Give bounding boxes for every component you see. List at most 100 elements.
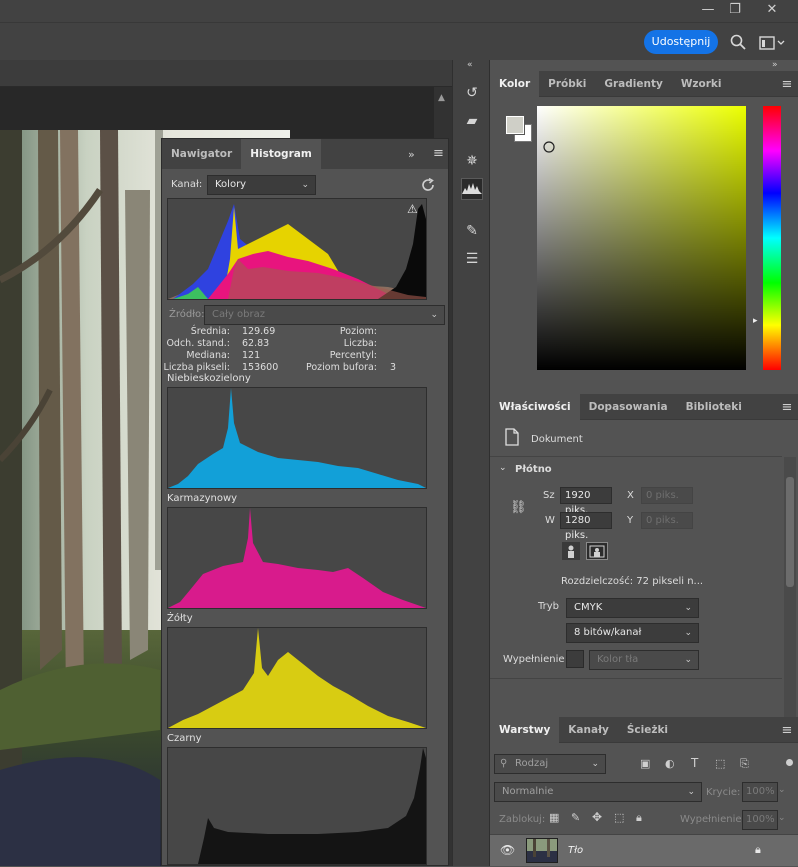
y-input[interactable]: 0 piks. xyxy=(641,512,693,529)
channel-magenta-label: Karmazynowy xyxy=(167,493,238,504)
filter-type-icon[interactable]: T xyxy=(691,756,698,770)
cyan-histogram xyxy=(167,387,427,489)
color-panel-menu-icon[interactable]: ≡ xyxy=(780,78,794,92)
hue-slider-marker[interactable]: ▸ xyxy=(753,316,758,326)
right-panels: » Kolor Próbki Gradienty Wzorki ≡ ▸ Właś… xyxy=(490,60,798,866)
warning-icon[interactable]: ⚠ xyxy=(407,202,418,216)
color-field[interactable] xyxy=(537,106,746,370)
collapse-icon[interactable]: « xyxy=(467,60,473,70)
tab-libraries[interactable]: Biblioteki xyxy=(677,394,751,420)
tab-color[interactable]: Kolor xyxy=(490,71,540,97)
section-chevron-icon[interactable]: ⌄ xyxy=(499,463,507,473)
brush-icon[interactable]: ✎ xyxy=(461,220,483,242)
filter-shape-icon[interactable]: ⬚ xyxy=(715,757,725,770)
foreground-swatch[interactable] xyxy=(505,115,525,135)
layer-fill-input[interactable]: 100% xyxy=(742,810,778,830)
lock-pixels-icon[interactable]: ✎ xyxy=(571,811,580,824)
landscape-icon[interactable] xyxy=(586,542,608,560)
close-button[interactable]: ✕ xyxy=(754,0,790,20)
visibility-eye-icon[interactable]: 👁︎ xyxy=(500,843,515,857)
opacity-value: 100% xyxy=(746,786,775,797)
tab-properties[interactable]: Właściwości xyxy=(490,394,580,420)
chevron-down-icon[interactable]: ⌄ xyxy=(778,813,786,823)
bit-depth-select[interactable]: 8 bitów/kanał ⌄ xyxy=(566,623,699,643)
source-select[interactable]: Cały obraz ⌄ xyxy=(204,305,445,325)
layer-filter-select[interactable]: ⚲ Rodzaj ⌄ xyxy=(494,754,606,774)
blend-mode-select[interactable]: Normalnie ⌄ xyxy=(494,782,702,802)
stat-count-label: Liczba: xyxy=(343,338,377,349)
tab-patterns[interactable]: Wzorki xyxy=(672,71,731,97)
layer-name: Tło xyxy=(568,845,584,856)
divider xyxy=(490,678,782,679)
lock-all-icon[interactable]: 🔒︎ xyxy=(636,811,642,825)
adjustments-icon[interactable]: ☰ xyxy=(461,248,483,270)
portrait-icon[interactable] xyxy=(562,542,580,560)
fill-swatch[interactable] xyxy=(566,650,584,668)
properties-scrollbar[interactable] xyxy=(784,457,796,737)
lock-label: Zablokuj: xyxy=(499,814,546,825)
layer-fill-value: 100% xyxy=(746,814,775,825)
chevron-down-icon: ⌄ xyxy=(687,787,695,797)
properties-scroll-thumb[interactable] xyxy=(786,477,794,587)
height-input[interactable]: 1280 piks. xyxy=(560,512,612,541)
layer-filter-value: Rodzaj xyxy=(515,758,549,769)
share-button[interactable]: Udostępnij xyxy=(644,30,718,54)
document-tab-bar xyxy=(0,60,452,87)
link-icon[interactable]: ⛓ xyxy=(510,500,527,515)
restore-button[interactable]: ❐ xyxy=(717,0,753,20)
search-icon[interactable] xyxy=(729,33,747,51)
lock-position-icon[interactable]: ✥ xyxy=(592,810,602,824)
lock-artboard-icon[interactable]: ⬚ xyxy=(614,811,624,824)
chevron-down-icon: ⌄ xyxy=(684,628,692,638)
lock-transparency-icon[interactable]: ▦ xyxy=(549,811,559,824)
history-icon[interactable]: ↺ xyxy=(461,82,483,104)
stat-cache-level-value: 3 xyxy=(390,362,397,373)
divider xyxy=(490,456,782,457)
tab-gradients[interactable]: Gradienty xyxy=(595,71,671,97)
document-label: Dokument xyxy=(531,434,583,445)
fill-select[interactable]: Kolor tła ⌄ xyxy=(589,650,699,670)
x-input[interactable]: 0 piks. xyxy=(641,487,693,504)
panel-menu-icon[interactable]: ≡ xyxy=(433,146,444,161)
composite-histogram: ⚠ xyxy=(167,198,427,300)
histogram-icon[interactable] xyxy=(461,178,483,200)
layers-panel-tabs: Warstwy Kanały Ścieżki xyxy=(490,717,798,743)
opacity-label: Krycie: xyxy=(706,787,741,798)
tab-adjustments[interactable]: Dopasowania xyxy=(580,394,677,420)
refresh-icon[interactable] xyxy=(420,177,436,193)
width-input[interactable]: 1920 piks. xyxy=(560,487,612,516)
tab-histogram[interactable]: Histogram xyxy=(241,139,321,169)
tab-swatches[interactable]: Próbki xyxy=(539,71,595,97)
layer-row[interactable]: 👁︎ Tło 🔒︎ xyxy=(490,835,798,866)
tab-layers[interactable]: Warstwy xyxy=(490,717,560,743)
stat-pixels-label: Liczba pikseli: xyxy=(163,362,230,373)
tab-channels[interactable]: Kanały xyxy=(559,717,618,743)
tab-navigator[interactable]: Nawigator xyxy=(162,139,241,169)
layer-lock-icon: 🔒︎ xyxy=(755,843,761,856)
chevron-down-icon: ⌄ xyxy=(684,603,692,613)
hue-slider[interactable] xyxy=(763,106,781,370)
properties-panel-menu-icon[interactable]: ≡ xyxy=(780,401,794,415)
filter-adjustment-icon[interactable]: ◐ xyxy=(665,757,675,770)
filter-smart-object-icon[interactable]: ⎘ xyxy=(740,757,749,771)
filter-pixel-icon[interactable]: ▣ xyxy=(640,757,650,770)
filter-toggle[interactable] xyxy=(786,759,793,766)
opacity-input[interactable]: 100% xyxy=(742,782,778,802)
panel-dock-strip: « ↺ ▰ ✵ ✎ ☰ xyxy=(452,60,490,866)
fg-bg-swatch[interactable] xyxy=(505,115,532,142)
tab-paths[interactable]: Ścieżki xyxy=(618,717,677,743)
title-bar: — ❐ ✕ xyxy=(0,0,798,22)
workspace-icon[interactable] xyxy=(759,35,785,51)
navigator-icon[interactable]: ✵ xyxy=(461,150,483,172)
stat-median-value: 121 xyxy=(242,350,261,361)
chevron-down-icon[interactable]: ⌄ xyxy=(778,785,786,795)
histogram-panel: Nawigator Histogram » ≡ Kanał: Kolory ⌄ … xyxy=(161,138,449,866)
collapse-right-icon[interactable]: » xyxy=(772,60,778,70)
scroll-up-icon[interactable]: ▲ xyxy=(438,93,445,103)
channel-select[interactable]: Kolory ⌄ xyxy=(207,175,316,195)
expand-icon[interactable]: » xyxy=(408,148,415,161)
layers-panel-menu-icon[interactable]: ≡ xyxy=(780,724,794,738)
comment-icon[interactable]: ▰ xyxy=(461,110,483,132)
yellow-histogram xyxy=(167,627,427,729)
mode-select[interactable]: CMYK ⌄ xyxy=(566,598,699,618)
